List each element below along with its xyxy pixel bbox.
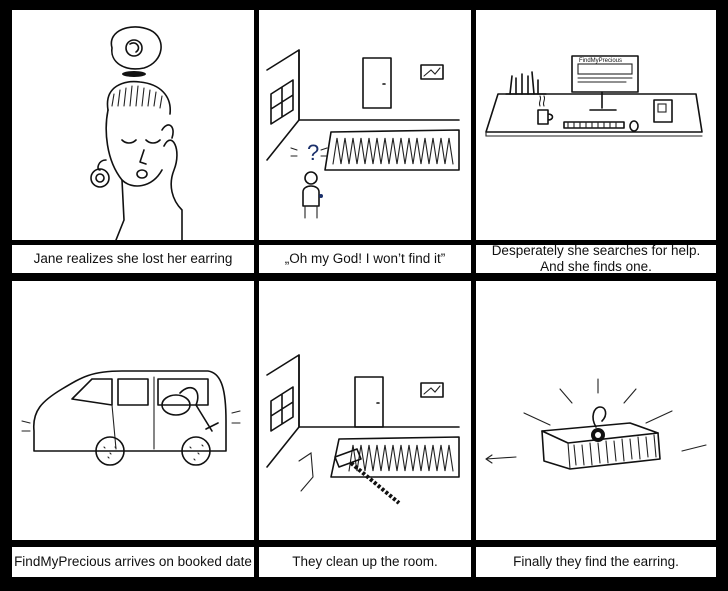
question-mark: ? [307, 140, 319, 165]
found-earring-drawing [485, 378, 707, 470]
panel-5-image [259, 281, 471, 540]
caption-text: Finally they find the earring. [513, 554, 679, 570]
storyboard: Jane realizes she lost her earring ? „Oh… [0, 0, 728, 591]
monitor-title: FindMyPrecious [579, 58, 622, 64]
panel-3-image: FindMyPrecious [476, 10, 716, 240]
panel-2-caption: „Oh my God! I won’t find it” [259, 245, 471, 273]
caption-text: They clean up the room. [292, 554, 438, 570]
caption-text-line-2: And she finds one. [540, 259, 652, 274]
jane-earring-drawing [90, 26, 183, 240]
panel-5-caption: They clean up the room. [259, 547, 471, 577]
computer-desk-drawing: FindMyPrecious [485, 55, 703, 137]
panel-3-caption: Desperately she searches for help. And s… [476, 243, 716, 274]
panel-1-caption: Jane realizes she lost her earring [12, 245, 254, 273]
caption-text: „Oh my God! I won’t find it” [284, 251, 446, 267]
panel-4-caption: FindMyPrecious arrives on booked date [12, 547, 254, 577]
panel-2-image: ? [259, 10, 471, 240]
van-drawing [21, 370, 241, 466]
panel-4-image [12, 281, 254, 540]
panel-1-image [12, 10, 254, 240]
caption-text: FindMyPrecious arrives on booked date [14, 554, 252, 570]
vacuum-room-drawing [266, 354, 460, 505]
caption-text-line-1: Desperately she searches for help. [491, 243, 701, 259]
room-drawing: ? [266, 49, 460, 219]
panel-6-image [476, 281, 716, 540]
caption-text: Jane realizes she lost her earring [33, 251, 233, 267]
panel-6-caption: Finally they find the earring. [476, 547, 716, 577]
